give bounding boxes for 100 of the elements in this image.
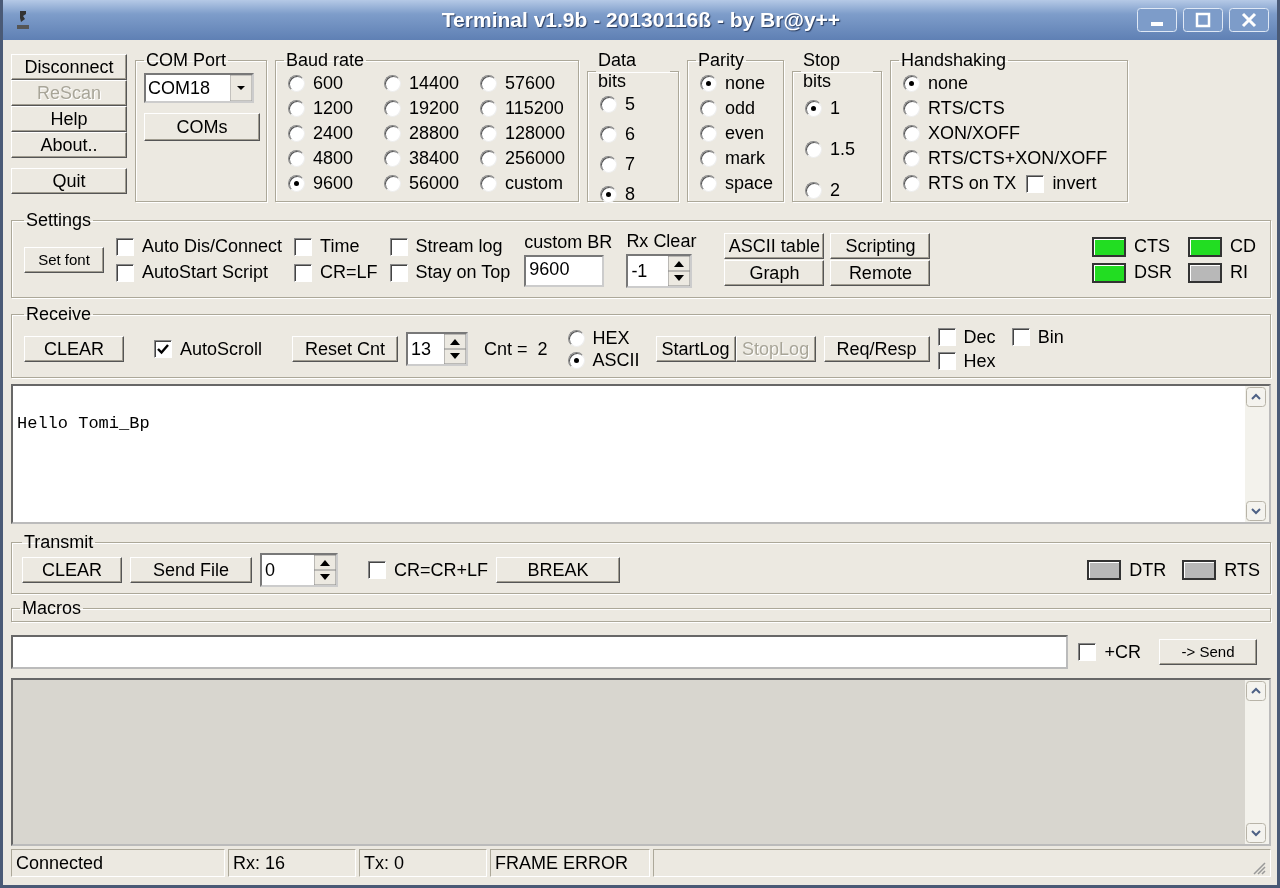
radio-label: 6 bbox=[625, 124, 635, 145]
scroll-up-button[interactable] bbox=[1246, 387, 1266, 407]
checkbox[interactable] bbox=[368, 561, 386, 579]
radio-button[interactable] bbox=[700, 75, 717, 92]
minimize-button[interactable] bbox=[1137, 8, 1177, 32]
checkbox-label: Dec bbox=[963, 326, 996, 348]
scripting-button[interactable]: Scripting bbox=[830, 233, 931, 259]
radio-button[interactable] bbox=[480, 125, 497, 142]
radio-label: 256000 bbox=[505, 148, 566, 169]
radio-button[interactable] bbox=[903, 75, 920, 92]
radio-button[interactable] bbox=[805, 100, 822, 117]
start-log-button[interactable]: StartLog bbox=[655, 336, 736, 362]
radio-button[interactable] bbox=[700, 100, 717, 117]
radio-label: 600 bbox=[313, 73, 344, 94]
spin-field[interactable]: 0 bbox=[260, 553, 338, 587]
radio-button[interactable] bbox=[384, 125, 401, 142]
quit-button[interactable]: Quit bbox=[11, 168, 127, 194]
radio-button[interactable] bbox=[903, 150, 920, 167]
spin-buttons[interactable] bbox=[444, 334, 467, 364]
graph-button[interactable]: Graph bbox=[724, 260, 825, 286]
radio-button[interactable] bbox=[700, 125, 717, 142]
radio-button[interactable] bbox=[700, 150, 717, 167]
radio-button[interactable] bbox=[600, 186, 617, 203]
reset-count-button[interactable]: Reset Cnt bbox=[292, 336, 399, 362]
radio-button[interactable] bbox=[288, 150, 305, 167]
scroll-down-button[interactable] bbox=[1246, 823, 1266, 843]
radio-button[interactable] bbox=[480, 75, 497, 92]
radio-button[interactable] bbox=[480, 175, 497, 192]
req-resp-button[interactable]: Req/Resp bbox=[823, 336, 930, 362]
radio-label: RTS on TX bbox=[928, 173, 1017, 194]
radio-button[interactable] bbox=[480, 100, 497, 117]
break-button[interactable]: BREAK bbox=[496, 557, 621, 583]
radio-button[interactable] bbox=[700, 175, 717, 192]
checkbox[interactable] bbox=[937, 352, 956, 370]
checkbox-label: CR=LF bbox=[320, 262, 378, 283]
radio-button[interactable] bbox=[600, 126, 617, 143]
remote-button[interactable]: Remote bbox=[830, 260, 931, 286]
spin-buttons[interactable] bbox=[314, 555, 336, 585]
radio-button[interactable] bbox=[903, 100, 920, 117]
input-field[interactable]: 9600 bbox=[524, 255, 605, 287]
checkbox[interactable] bbox=[389, 263, 408, 282]
radio-button[interactable] bbox=[288, 125, 305, 142]
spin-buttons[interactable] bbox=[668, 256, 691, 286]
scroll-up-button[interactable] bbox=[1246, 681, 1266, 701]
radio-button[interactable] bbox=[384, 150, 401, 167]
send-file-button[interactable]: Send File bbox=[130, 557, 252, 583]
radio-button[interactable] bbox=[480, 150, 497, 167]
coms-button[interactable]: COMs bbox=[144, 113, 260, 141]
radio-button[interactable] bbox=[805, 141, 822, 158]
spin-field[interactable]: -1 bbox=[626, 254, 693, 288]
receive-text-area[interactable]: Hello Tomi_Bp bbox=[11, 384, 1271, 524]
set-font-button[interactable]: Set font bbox=[24, 246, 104, 273]
checkbox[interactable] bbox=[1078, 643, 1097, 661]
clear-button[interactable]: CLEAR bbox=[22, 557, 122, 583]
caret-icon[interactable] bbox=[230, 75, 252, 101]
checkbox[interactable] bbox=[294, 237, 313, 256]
checkbox[interactable] bbox=[116, 237, 134, 256]
clear-button[interactable]: CLEAR bbox=[24, 336, 124, 362]
maximize-button[interactable] bbox=[1183, 8, 1223, 32]
checkbox[interactable] bbox=[389, 237, 408, 256]
radio-button[interactable] bbox=[288, 100, 305, 117]
radio-button[interactable] bbox=[600, 96, 617, 113]
radio-button[interactable] bbox=[288, 75, 305, 92]
group-label: Stop bits bbox=[802, 50, 842, 92]
checkbox-label: Hex bbox=[963, 350, 996, 372]
help-button[interactable]: Help bbox=[11, 106, 127, 132]
radio-label: 28800 bbox=[409, 123, 460, 144]
radio-button[interactable] bbox=[567, 329, 585, 347]
indicator-label: CD bbox=[1230, 236, 1256, 257]
vertical-scrollbar[interactable] bbox=[1245, 680, 1269, 844]
vertical-scrollbar[interactable] bbox=[1245, 386, 1269, 522]
checkbox[interactable] bbox=[1011, 328, 1030, 346]
radio-label: RTS/CTS bbox=[928, 98, 1005, 119]
radio-label: none bbox=[725, 73, 766, 94]
port-dropdown[interactable]: COM18 bbox=[144, 73, 254, 103]
spin-field[interactable]: 13 bbox=[406, 332, 469, 366]
disconnect-button[interactable]: Disconnect bbox=[11, 54, 127, 80]
scroll-down-button[interactable] bbox=[1246, 501, 1266, 521]
ascii-table-button[interactable]: ASCII table bbox=[724, 233, 825, 259]
radio-button[interactable] bbox=[384, 75, 401, 92]
radio-button[interactable] bbox=[288, 175, 305, 192]
radio-label: 7 bbox=[625, 154, 635, 175]
send-button[interactable]: -> Send bbox=[1159, 639, 1257, 665]
close-button[interactable] bbox=[1229, 8, 1269, 32]
radio-button[interactable] bbox=[567, 351, 585, 369]
input-field[interactable] bbox=[11, 635, 1069, 669]
group-label: COM Port bbox=[145, 50, 227, 71]
radio-button[interactable] bbox=[903, 175, 920, 192]
radio-button[interactable] bbox=[903, 125, 920, 142]
checkbox[interactable] bbox=[154, 340, 172, 358]
radio-button[interactable] bbox=[600, 156, 617, 173]
field-label: custom BR bbox=[524, 232, 613, 253]
radio-button[interactable] bbox=[384, 100, 401, 117]
checkbox[interactable] bbox=[116, 263, 134, 282]
checkbox[interactable] bbox=[294, 263, 313, 282]
checkbox[interactable] bbox=[937, 328, 956, 346]
checkbox[interactable] bbox=[1026, 174, 1045, 193]
about-button[interactable]: About.. bbox=[11, 132, 127, 158]
radio-button[interactable] bbox=[805, 182, 822, 199]
radio-button[interactable] bbox=[384, 175, 401, 192]
